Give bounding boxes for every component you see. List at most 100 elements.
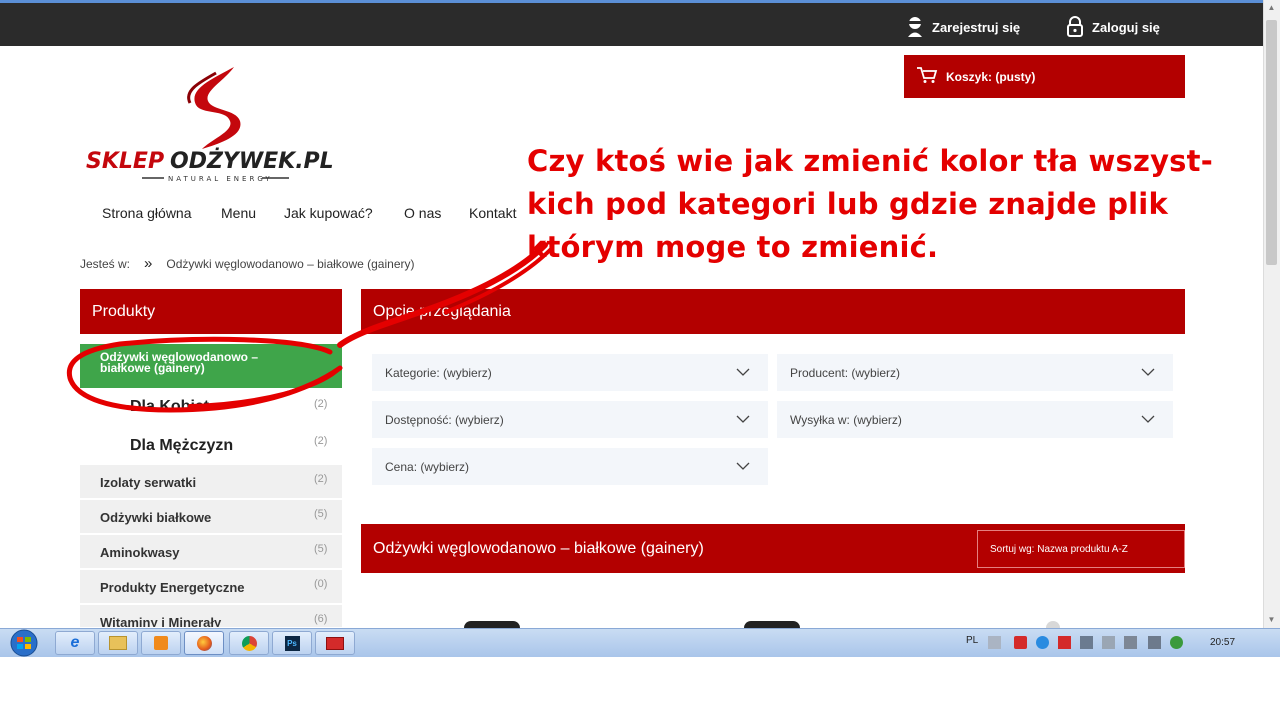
- product-image[interactable]: [1046, 621, 1060, 628]
- cart-button[interactable]: Koszyk: (pusty): [904, 55, 1185, 98]
- nav-contact[interactable]: Kontakt: [469, 205, 516, 221]
- sidebar-subitem-count: (2): [314, 435, 328, 447]
- sidebar-item-count: (0): [314, 578, 328, 590]
- filter-label: Wysyłka w: (wybierz): [790, 412, 902, 427]
- product-image[interactable]: [464, 621, 520, 628]
- sync-status-icon[interactable]: [1170, 636, 1183, 649]
- sidebar-item-label: Witaminy i Minerały: [100, 615, 222, 628]
- blank-area: [0, 657, 1280, 719]
- taskbar-chrome-button[interactable]: [229, 631, 269, 655]
- breadcrumb: Jesteś w: » Odżywki węglowodanowo – biał…: [80, 255, 414, 272]
- chevron-down-icon: [1141, 368, 1155, 376]
- nav-how-to-buy[interactable]: Jak kupować?: [284, 205, 373, 221]
- listing-title-text: Odżywki węglowodanowo – białkowe (gainer…: [373, 539, 704, 557]
- user-icon: [906, 16, 924, 38]
- sidebar-item-whey-isolates[interactable]: Izolaty serwatki (2): [80, 465, 342, 499]
- sidebar-subitem-women[interactable]: Dla Kobiet: [130, 398, 209, 416]
- cart-icon: [916, 66, 938, 87]
- filter-availability[interactable]: Dostępność: (wybierz): [372, 401, 768, 438]
- breadcrumb-current[interactable]: Odżywki węglowodanowo – białkowe (gainer…: [166, 257, 414, 271]
- media-player-icon: [154, 636, 168, 650]
- language-indicator[interactable]: PL: [966, 635, 978, 646]
- sidebar-item-active[interactable]: Odżywki węglowodanowo – białkowe (gainer…: [80, 344, 342, 388]
- product-image[interactable]: [744, 621, 800, 628]
- breadcrumb-separator: »: [144, 255, 153, 272]
- sidebar-item-count: (5): [314, 508, 328, 520]
- filter-categories[interactable]: Kategorie: (wybierz): [372, 354, 768, 391]
- scroll-up-icon[interactable]: ▲: [1266, 2, 1277, 14]
- folder-icon: [109, 636, 127, 650]
- logo-mark-icon: SKLEP ODŻYWEK.PL NATURAL ENERGY: [86, 67, 334, 183]
- sidebar-item-label: Produkty Energetyczne: [100, 580, 245, 595]
- volume-icon[interactable]: [1124, 636, 1137, 649]
- tray-mail-icon[interactable]: [1058, 636, 1071, 649]
- sort-label: Sortuj wg: Nazwa produktu A-Z: [990, 543, 1128, 555]
- taskbar-media-button[interactable]: [141, 631, 181, 655]
- scroll-down-icon[interactable]: ▼: [1266, 614, 1277, 626]
- filter-label: Kategorie: (wybierz): [385, 365, 492, 380]
- chrome-icon: [241, 635, 257, 651]
- site-logo[interactable]: SKLEP ODŻYWEK.PL NATURAL ENERGY: [84, 65, 359, 190]
- chevron-down-icon: [736, 368, 750, 376]
- annotation-line: którym moge to zmienić.: [527, 230, 939, 264]
- annotation-line: kich pod kategori lub gdzie znajde plik: [527, 187, 1168, 221]
- register-link[interactable]: Zarejestruj się: [906, 16, 1020, 38]
- options-title: Opcje przeglądania: [361, 289, 1185, 334]
- sidebar-item-count: (6): [314, 613, 328, 625]
- filter-producer[interactable]: Producent: (wybierz): [777, 354, 1173, 391]
- firefox-icon: [196, 635, 212, 651]
- sidebar-item-label: Odżywki białkowe: [100, 510, 212, 525]
- mail-icon: [326, 636, 344, 650]
- taskbar-clock[interactable]: 20:57: [1210, 637, 1235, 648]
- sidebar-subitem-men[interactable]: Dla Mężczyzn: [130, 437, 233, 455]
- sidebar-item-protein[interactable]: Odżywki białkowe (5): [80, 500, 342, 534]
- start-button[interactable]: [6, 629, 42, 657]
- sidebar-item-count: (2): [314, 473, 328, 485]
- login-link[interactable]: Zaloguj się: [1066, 16, 1160, 38]
- network-icon[interactable]: [1148, 636, 1161, 649]
- sidebar-item-vitamins[interactable]: Witaminy i Minerały (6): [80, 605, 342, 628]
- taskbar-firefox-button[interactable]: [184, 631, 224, 655]
- taskbar-mail-button[interactable]: [315, 631, 355, 655]
- lock-icon: [1066, 16, 1084, 38]
- sidebar-item-energy-products[interactable]: Produkty Energetyczne (0): [80, 570, 342, 604]
- tray-app-icon[interactable]: [1014, 636, 1027, 649]
- windows-start-icon: [10, 629, 38, 657]
- filter-label: Dostępność: (wybierz): [385, 412, 504, 427]
- ie-icon: e: [70, 634, 80, 651]
- logo-tagline: NATURAL ENERGY: [168, 175, 273, 183]
- sidebar-item-label: Aminokwasy: [100, 545, 180, 560]
- annotation-text: Czy ktoś wie jak zmienić kolor tła wszys…: [527, 140, 1227, 269]
- sidebar-title: Produkty: [80, 289, 342, 334]
- filter-label: Producent: (wybierz): [790, 365, 901, 380]
- chevron-down-icon: [736, 462, 750, 470]
- chevron-down-icon: [736, 415, 750, 423]
- taskbar-photoshop-button[interactable]: Ps: [272, 631, 312, 655]
- cart-label: Koszyk: (pusty): [946, 69, 1036, 84]
- chevron-down-icon: [1141, 415, 1155, 423]
- annotation-line: Czy ktoś wie jak zmienić kolor tła wszys…: [527, 144, 1213, 178]
- scroll-thumb[interactable]: [1266, 20, 1277, 265]
- action-center-flag-icon[interactable]: [1102, 636, 1115, 649]
- nav-about[interactable]: O nas: [404, 205, 441, 221]
- keyboard-icon[interactable]: [988, 636, 1001, 649]
- tray-skype-icon[interactable]: [1036, 636, 1049, 649]
- nav-menu[interactable]: Menu: [221, 205, 256, 221]
- nav-home[interactable]: Strona główna: [102, 205, 192, 221]
- register-label: Zarejestruj się: [932, 19, 1021, 35]
- logo-text-left: SKLEP: [86, 149, 164, 174]
- sidebar-active-label-line2: białkowe (gainery): [100, 361, 205, 375]
- sidebar-item-label: Izolaty serwatki: [100, 475, 197, 490]
- photoshop-icon: Ps: [284, 635, 300, 651]
- tray-network-icon[interactable]: [1080, 636, 1093, 649]
- taskbar-explorer-button[interactable]: [98, 631, 138, 655]
- login-label: Zaloguj się: [1092, 19, 1160, 35]
- sidebar-subitem-count: (2): [314, 398, 328, 410]
- filter-price[interactable]: Cena: (wybierz): [372, 448, 768, 485]
- sidebar-item-count: (5): [314, 543, 328, 555]
- filter-shipping[interactable]: Wysyłka w: (wybierz): [777, 401, 1173, 438]
- sidebar-item-amino-acids[interactable]: Aminokwasy (5): [80, 535, 342, 569]
- logo-text-right: ODŻYWEK.PL: [170, 148, 334, 174]
- sort-select[interactable]: Sortuj wg: Nazwa produktu A-Z: [977, 530, 1185, 568]
- taskbar-ie-button[interactable]: e: [55, 631, 95, 655]
